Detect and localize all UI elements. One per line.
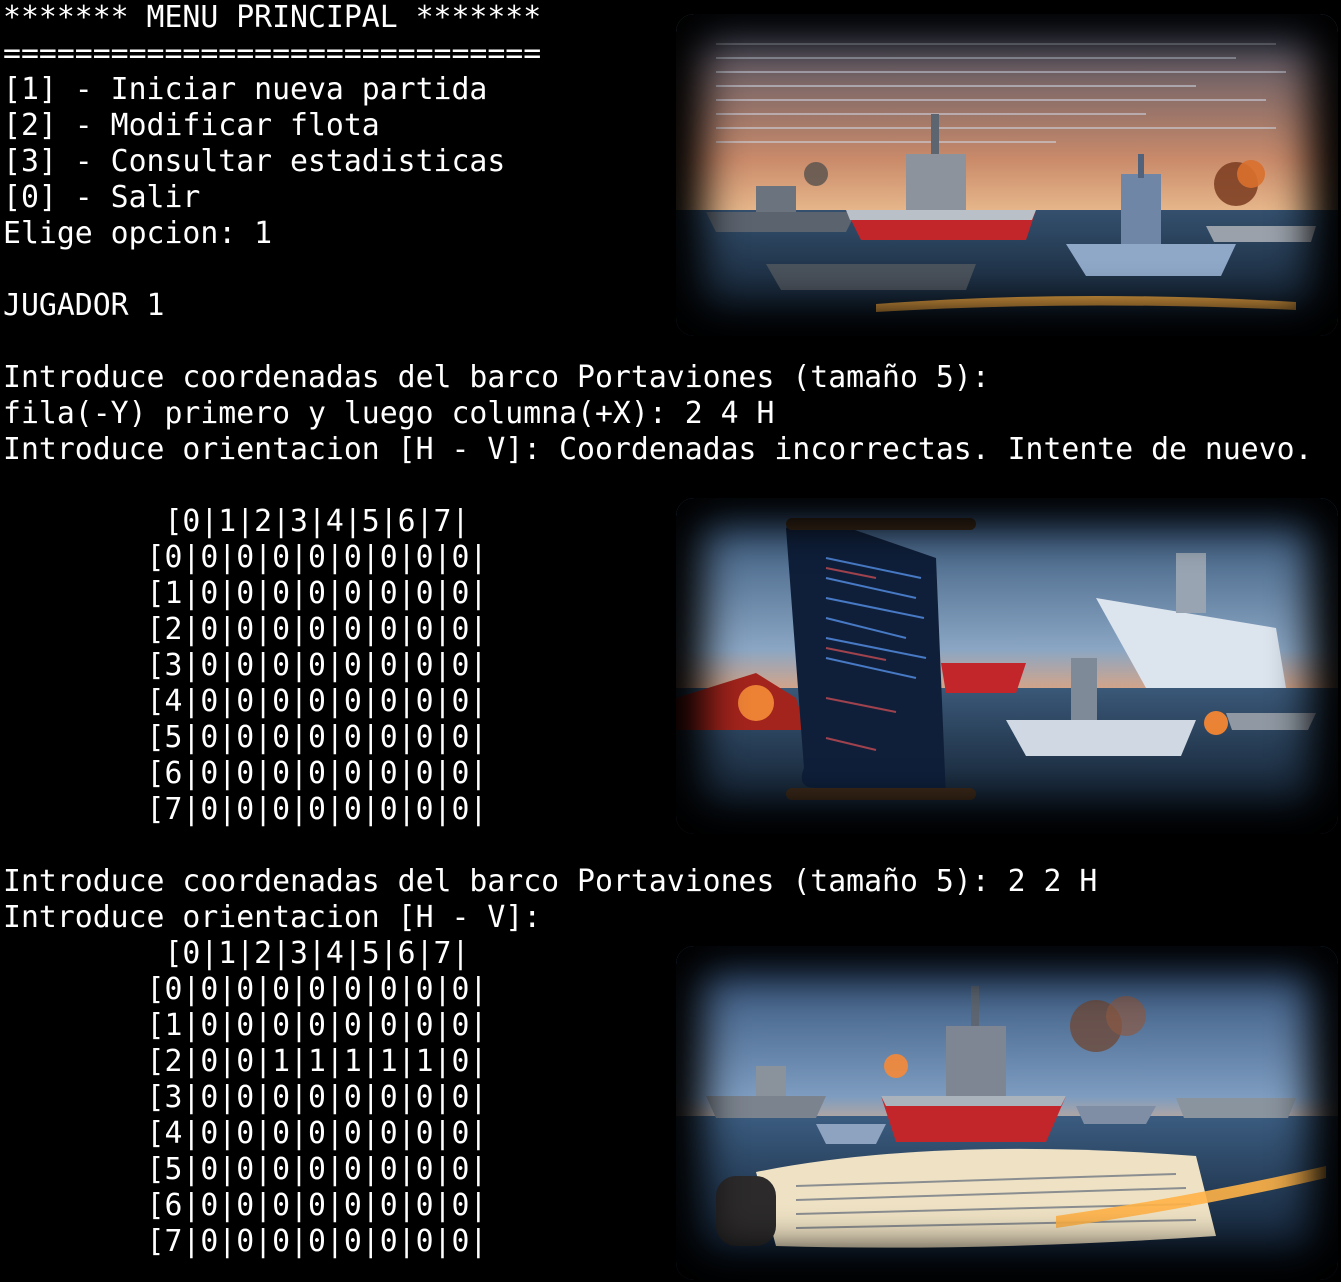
coords-input: fila(-Y) primero y luego columna(+X): 2 … (3, 396, 775, 431)
coords-prompt-retry: Introduce coordenadas del barco Portavio… (3, 864, 1098, 899)
naval-battle-image (676, 14, 1338, 336)
fleet-battle-image (676, 946, 1338, 1280)
coords-prompt: Introduce coordenadas del barco Portavio… (3, 360, 990, 395)
orientation-prompt: Introduce orientacion [H - V]: (3, 900, 542, 935)
orientation-error: Introduce orientacion [H - V]: Coordenad… (3, 432, 1313, 467)
scroll-battle-image (676, 498, 1338, 834)
